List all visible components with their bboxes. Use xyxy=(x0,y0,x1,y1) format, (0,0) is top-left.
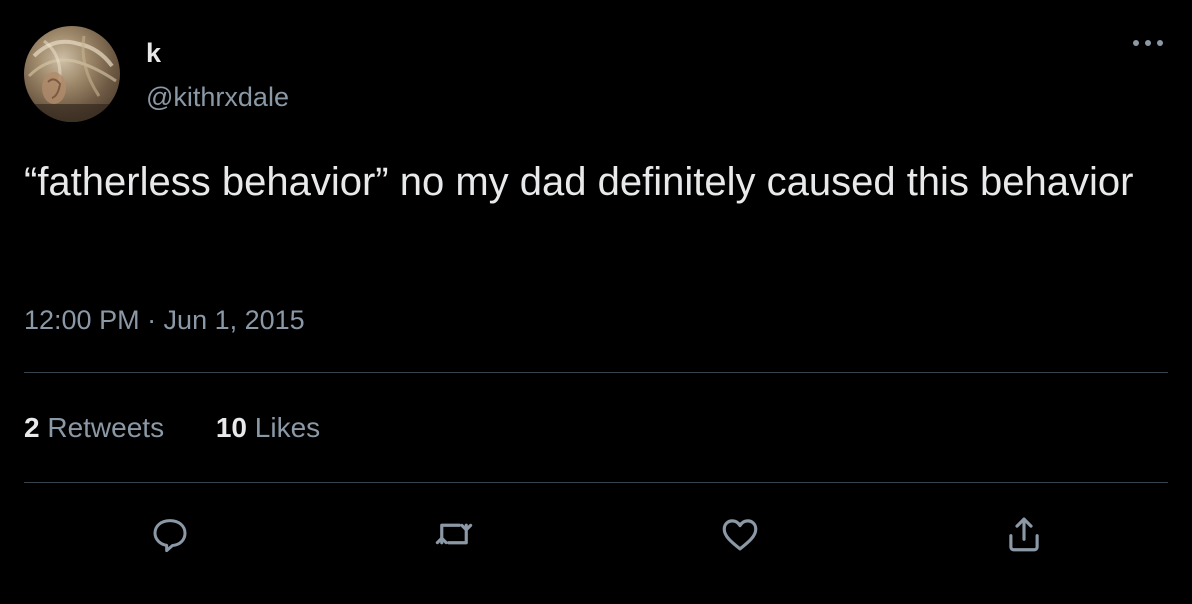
more-options-icon[interactable] xyxy=(1128,28,1168,58)
avatar-image xyxy=(24,35,120,122)
tweet-text: “fatherless behavior” no my dad definite… xyxy=(24,160,1134,204)
tweet-timestamp[interactable]: 12:00 PM · Jun 1, 2015 xyxy=(24,305,305,336)
likes-label: Likes xyxy=(254,412,321,443)
avatar[interactable] xyxy=(24,26,120,122)
reply-icon xyxy=(153,519,187,553)
likes-count: 10 xyxy=(215,412,248,443)
divider xyxy=(24,372,1168,373)
retweets-count: 2 xyxy=(24,412,40,443)
engagement-stats: 2 Retweets 10 Likes xyxy=(24,412,320,444)
display-name[interactable]: k xyxy=(146,38,161,69)
reply-button[interactable] xyxy=(146,510,194,558)
likes-stat[interactable]: 10 Likes xyxy=(216,412,320,444)
tweet-card: k @kithrxdale “fatherless behavior” no m… xyxy=(0,0,1192,604)
heart-icon xyxy=(722,519,758,551)
retweet-icon xyxy=(435,523,473,545)
retweet-button[interactable] xyxy=(430,510,478,558)
share-button[interactable] xyxy=(1000,510,1048,558)
like-button[interactable] xyxy=(716,510,764,558)
share-icon xyxy=(1009,517,1039,552)
user-handle[interactable]: @kithrxdale xyxy=(146,82,289,113)
retweets-stat[interactable]: 2 Retweets xyxy=(24,412,164,444)
divider xyxy=(24,482,1168,483)
retweets-label: Retweets xyxy=(47,412,165,443)
